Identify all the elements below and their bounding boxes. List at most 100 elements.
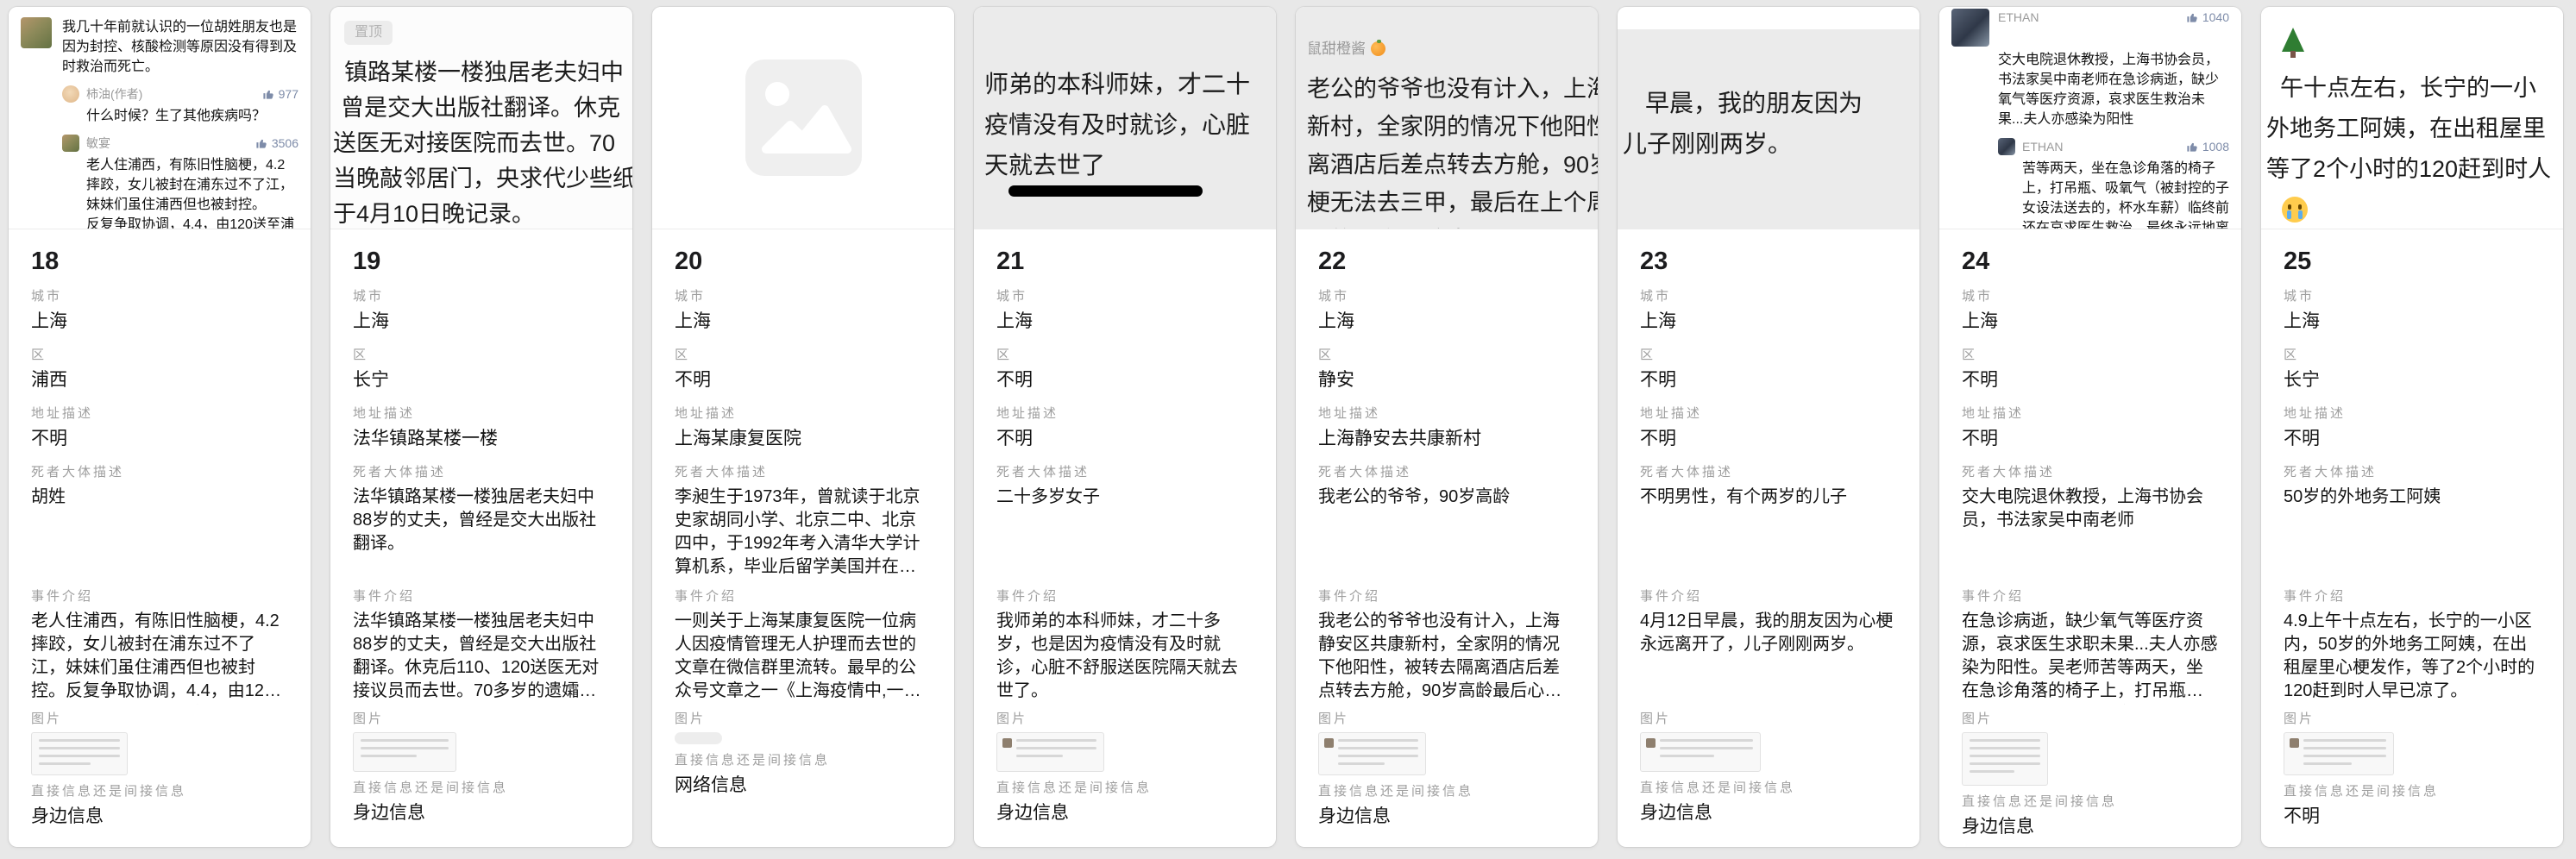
field-address-value: 不明 bbox=[1962, 427, 2219, 450]
record-card[interactable]: 午十点左右，长宁的一小外地务工阿姨，在出租屋里等了2个小时的120赶到时人 25… bbox=[2261, 7, 2563, 847]
cards-row: 我几十年前就认识的一位胡姓朋友也是因为封控、核酸检测等原因没有得到及时救治而死亡… bbox=[9, 7, 2563, 847]
attachment-slot bbox=[31, 732, 288, 775]
thumbnail-text-line bbox=[39, 739, 120, 742]
record-card[interactable]: 师弟的本科师妹，才二十疫情没有及时就诊，心脏天就去世了 21 城市 上海 区 不… bbox=[974, 7, 1276, 847]
field-city: 城市 上海 bbox=[31, 289, 288, 333]
reply-block: 敏宴3506老人住浦西，有陈旧性脑梗，4.2摔跤，女儿被封在浦东过不了江，妹妹们… bbox=[62, 135, 298, 229]
post-text: 我几十年前就认识的一位胡姓朋友也是因为封控、核酸检测等原因没有得到及时救治而死亡… bbox=[62, 17, 298, 77]
field-district-label: 区 bbox=[1640, 348, 1897, 362]
avatar bbox=[1998, 138, 2015, 155]
field-city-label: 城市 bbox=[1962, 289, 2219, 304]
field-deceased-label: 死者大体描述 bbox=[353, 465, 610, 480]
thumbnail-text-line bbox=[2303, 755, 2386, 757]
thumbnail-text-line bbox=[2303, 739, 2386, 742]
thumbnail-avatar bbox=[2290, 738, 2299, 748]
record-card[interactable]: 置顶镇路某楼一楼独居老夫妇中曾是交大出版社翻译。休克送医无对接医院而去世。70当… bbox=[330, 7, 632, 847]
field-event: 事件介绍 我老公的爷爷也没有计入，上海静安区共康新村，全家阴的情况下他阳性，被转… bbox=[1318, 589, 1575, 705]
record-card[interactable]: 20 城市 上海 区 不明 地址描述 上海某康复医院 死者大体描述 李昶生于19… bbox=[652, 7, 954, 847]
field-address-value: 法华镇路某楼一楼 bbox=[353, 427, 610, 450]
record-cover-image bbox=[652, 7, 954, 229]
field-event-label: 事件介绍 bbox=[1318, 589, 1575, 604]
cover-text-line: 新村，全家阴的情况下他阳性。被 bbox=[1307, 108, 1598, 146]
field-direct-value: 身边信息 bbox=[31, 805, 288, 828]
reply-text: 什么时候？生了其他疾病吗？ bbox=[86, 106, 298, 126]
field-district-label: 区 bbox=[2284, 348, 2541, 362]
field-image: 图片 bbox=[996, 712, 1253, 772]
thumbnail-text-line bbox=[1338, 747, 1418, 749]
reply-block: ETHAN1008苦等两天，坐在急诊角落的椅子上，打吊瓶、吸氧气（被封控的子女设… bbox=[1998, 138, 2229, 229]
field-city-value: 上海 bbox=[2284, 310, 2541, 333]
field-image-label: 图片 bbox=[2284, 712, 2541, 726]
field-district: 区 不明 bbox=[675, 348, 932, 392]
field-city-label: 城市 bbox=[353, 289, 610, 304]
field-image: 图片 bbox=[2284, 712, 2541, 775]
record-cover-image: 早晨，我的朋友因为儿子刚刚两岁。 bbox=[1618, 7, 1919, 229]
field-address-label: 地址描述 bbox=[2284, 406, 2541, 421]
field-image: 图片 bbox=[1962, 712, 2219, 786]
field-deceased-value: 50岁的外地务工阿姨 bbox=[2284, 486, 2541, 580]
record-card[interactable]: 我几十年前就认识的一位胡姓朋友也是因为封控、核酸检测等原因没有得到及时救治而死亡… bbox=[9, 7, 311, 847]
thumbnail-text-line bbox=[1970, 747, 2040, 749]
record-cover-image: 鼠甜橙酱老公的爷爷也没有计入，上海静安新村，全家阴的情况下他阳性。被离酒店后差点… bbox=[1296, 7, 1598, 229]
cover-text-line: 天就去世了 bbox=[984, 145, 1276, 185]
field-direct: 直接信息还是间接信息 身边信息 bbox=[1640, 781, 1897, 825]
field-event: 事件介绍 在急诊病逝，缺少氧气等医疗资源，哀求医生求职未果...夫人亦感染为阳性… bbox=[1962, 589, 2219, 705]
like-count: 977 bbox=[262, 87, 298, 101]
like-count-number: 3506 bbox=[272, 136, 298, 150]
like-count: 1008 bbox=[2186, 140, 2229, 154]
field-image: 图片 bbox=[1640, 712, 1897, 772]
attachment-thumbnail[interactable] bbox=[996, 732, 1104, 772]
field-district-value: 长宁 bbox=[2284, 368, 2541, 392]
record-card[interactable]: 早晨，我的朋友因为儿子刚刚两岁。 23 城市 上海 区 不明 地址描述 不明 死… bbox=[1618, 7, 1919, 847]
attachment-thumbnail[interactable] bbox=[675, 732, 722, 744]
field-image-label: 图片 bbox=[1962, 712, 2219, 726]
marker-underline bbox=[1008, 185, 1203, 197]
record-card[interactable]: 鼠甜橙酱老公的爷爷也没有计入，上海静安新村，全家阴的情况下他阳性。被离酒店后差点… bbox=[1296, 7, 1598, 847]
field-event: 事件介绍 法华镇路某楼一楼独居老夫妇中88岁的丈夫，曾经是交大出版社翻译。休克后… bbox=[353, 589, 610, 705]
reply-name-row: 柿油(作者) 977 bbox=[62, 85, 298, 103]
field-direct-value: 身边信息 bbox=[353, 801, 610, 825]
field-city-label: 城市 bbox=[2284, 289, 2541, 304]
field-city-label: 城市 bbox=[1318, 289, 1575, 304]
attachment-thumbnail[interactable] bbox=[1318, 732, 1426, 775]
record-number: 22 bbox=[1318, 247, 1575, 277]
attachment-thumbnail[interactable] bbox=[353, 732, 456, 772]
field-address-label: 地址描述 bbox=[1962, 406, 2219, 421]
field-district-value: 不明 bbox=[675, 368, 932, 392]
record-number: 23 bbox=[1640, 247, 1897, 277]
attachment-thumbnail[interactable] bbox=[1640, 732, 1761, 772]
field-direct-label: 直接信息还是间接信息 bbox=[1962, 794, 2219, 809]
thumbnail-text-line bbox=[2303, 747, 2386, 749]
cover-text-line: 疫情没有及时就诊，心脏 bbox=[984, 104, 1276, 145]
attachment-thumbnail[interactable] bbox=[2284, 732, 2394, 775]
field-event-value: 在急诊病逝，缺少氧气等医疗资源，哀求医生求职未果...夫人亦感染为阳性。吴老师苦… bbox=[1962, 610, 2219, 705]
field-direct-value: 不明 bbox=[2284, 805, 2541, 828]
poster-name-row: 鼠甜橙酱 bbox=[1307, 36, 1598, 58]
field-event-value: 4.9上午十点左右，长宁的一小区内，50岁的外地务工阿姨，在出租屋里心梗发作，等… bbox=[2284, 610, 2541, 705]
record-card[interactable]: ETHAN1040交大电院退休教授，上海书协会员，书法家吴中南老师在急诊病逝，缺… bbox=[1939, 7, 2241, 847]
field-city-value: 上海 bbox=[1318, 310, 1575, 333]
thumbnail-text-line bbox=[39, 762, 91, 765]
field-district-value: 不明 bbox=[996, 368, 1253, 392]
field-deceased: 死者大体描述 李昶生于1973年，曾就读于北京史家胡同小学、北京二中、北京四中，… bbox=[675, 465, 932, 580]
commenter-name: 柿油(作者) bbox=[86, 85, 142, 103]
thumbnail-text-line bbox=[1660, 747, 1753, 749]
field-deceased-value: 胡姓 bbox=[31, 486, 288, 580]
field-city: 城市 上海 bbox=[1318, 289, 1575, 333]
attachment-thumbnail[interactable] bbox=[1962, 732, 2048, 786]
field-deceased-value: 不明男性，有个两岁的儿子 bbox=[1640, 486, 1897, 580]
field-event-label: 事件介绍 bbox=[675, 589, 932, 604]
field-image-label: 图片 bbox=[1640, 712, 1897, 726]
field-address: 地址描述 不明 bbox=[1962, 406, 2219, 450]
field-direct: 直接信息还是间接信息 身边信息 bbox=[353, 781, 610, 825]
record-cover-image: 我几十年前就认识的一位胡姓朋友也是因为封控、核酸检测等原因没有得到及时救治而死亡… bbox=[9, 7, 311, 229]
field-district: 区 浦西 bbox=[31, 348, 288, 392]
record-fields: 19 城市 上海 区 长宁 地址描述 法华镇路某楼一楼 死者大体描述 法华镇路某… bbox=[330, 229, 632, 847]
field-city: 城市 上海 bbox=[996, 289, 1253, 333]
like-count: 3506 bbox=[255, 136, 298, 150]
field-address-label: 地址描述 bbox=[1318, 406, 1575, 421]
field-deceased: 死者大体描述 胡姓 bbox=[31, 465, 288, 580]
attachment-thumbnail[interactable] bbox=[31, 732, 128, 775]
cover-text-line: 等了2个小时的120赶到时人 bbox=[2266, 149, 2563, 190]
field-city: 城市 上海 bbox=[2284, 289, 2541, 333]
